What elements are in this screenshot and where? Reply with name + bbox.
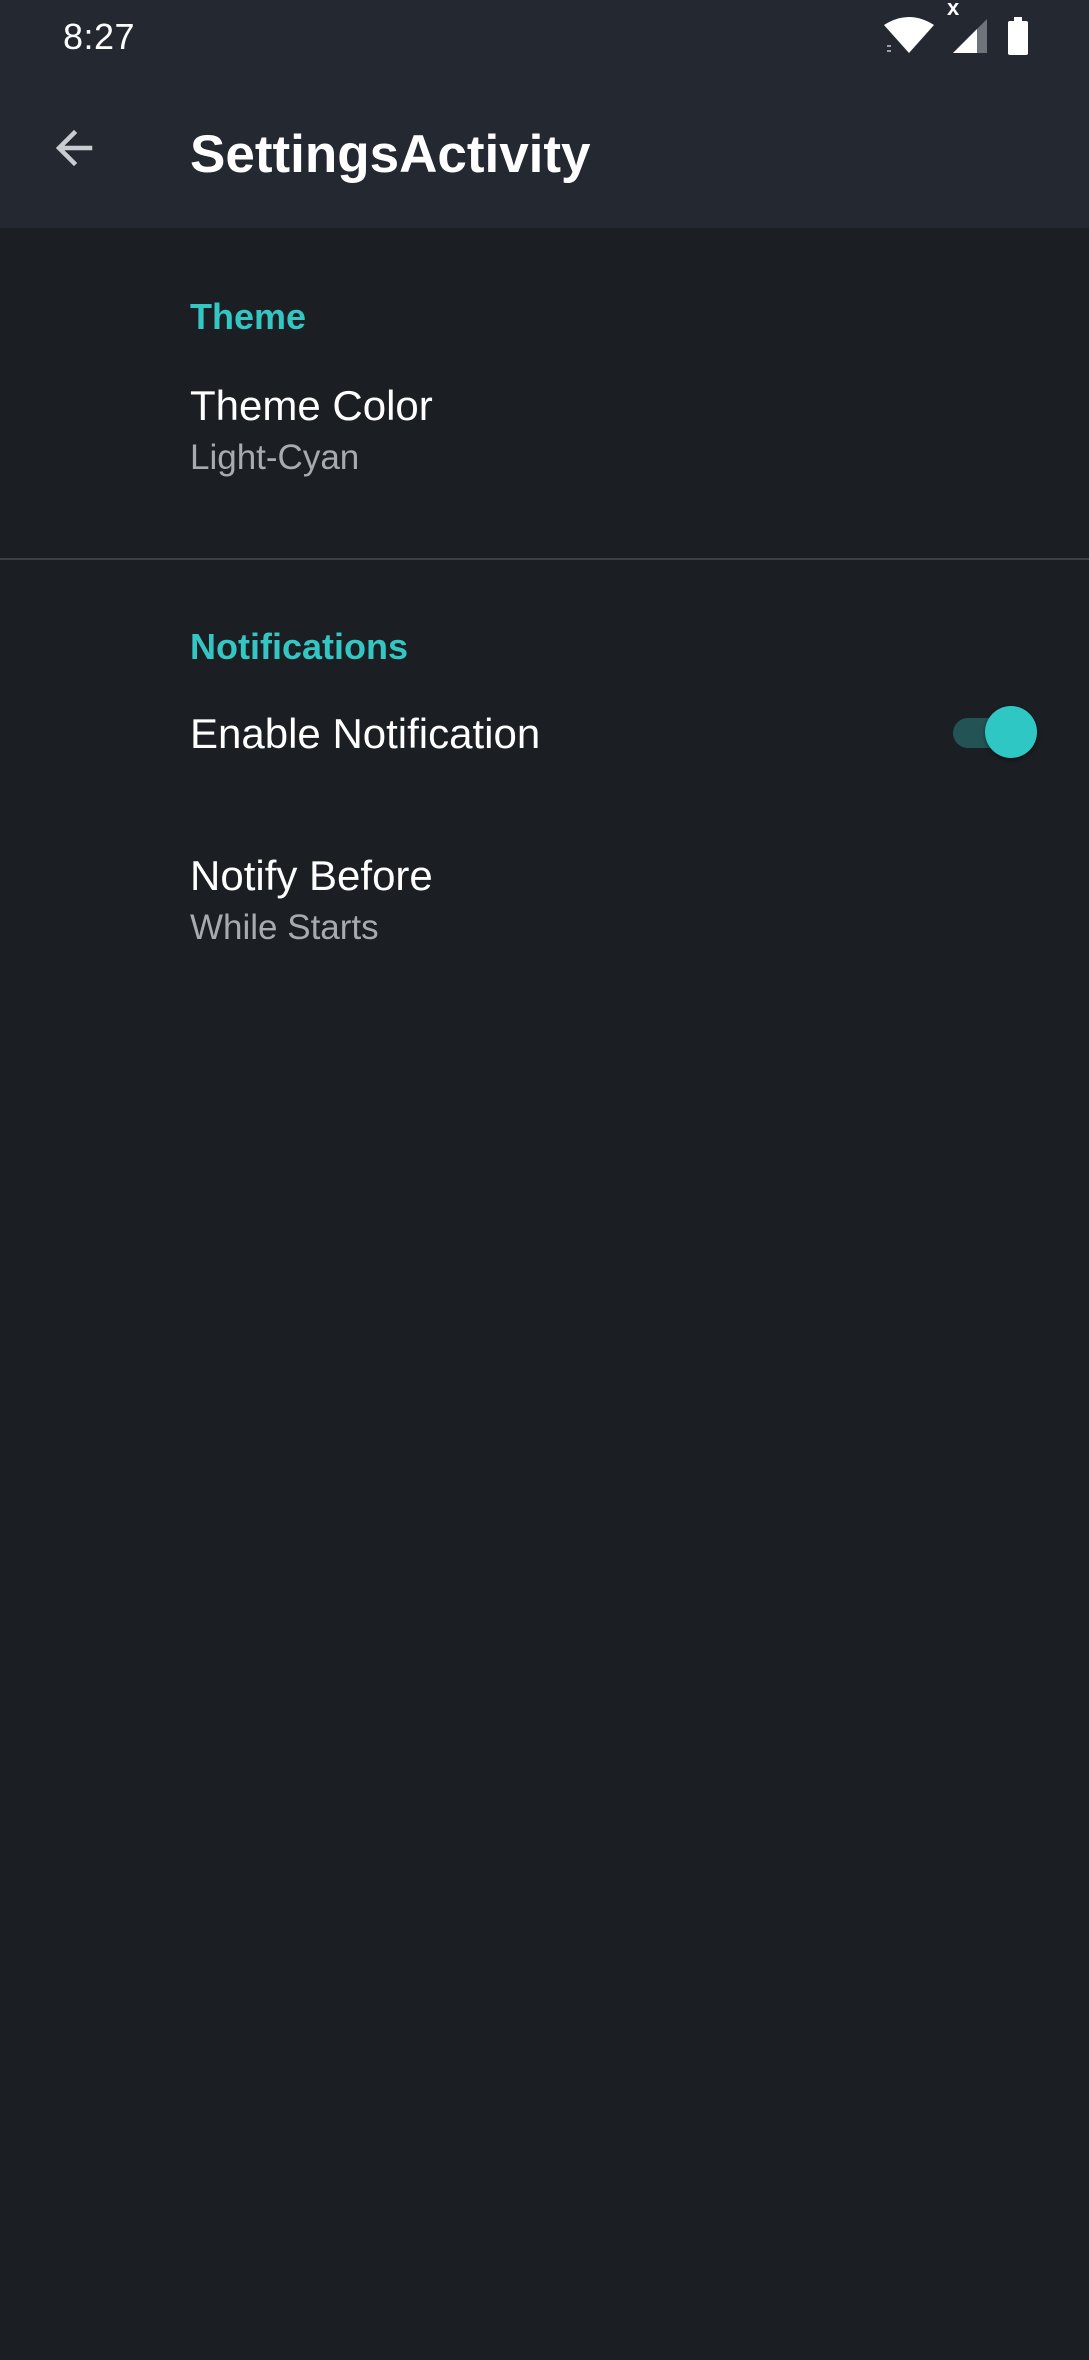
pref-title-notify-before: Notify Before [190, 852, 433, 899]
cellular-signal-icon: x [947, 0, 991, 60]
category-theme: Theme [190, 296, 307, 337]
section-divider [0, 558, 1089, 560]
status-time: 8:27 [63, 16, 136, 57]
category-notifications: Notifications [190, 626, 409, 667]
pref-enable-notification[interactable]: Enable Notification [0, 704, 1089, 824]
pref-title-theme-color: Theme Color [190, 382, 433, 429]
battery-icon [1007, 17, 1029, 60]
pref-title-enable-notification: Enable Notification [190, 710, 541, 757]
pref-summary-notify-before: While Starts [190, 908, 379, 947]
arrow-back-icon [50, 124, 98, 177]
status-icons: x [883, 0, 1029, 60]
wifi-icon [883, 17, 935, 60]
page-title: SettingsActivity [190, 125, 591, 184]
pref-summary-theme-color: Light-Cyan [190, 438, 360, 477]
pref-notify-before[interactable]: Notify Before While Starts [0, 846, 1089, 996]
signal-x-mark: x [947, 0, 960, 20]
back-button[interactable] [38, 114, 110, 186]
notification-toggle-switch[interactable] [953, 704, 1037, 760]
pref-theme-color[interactable]: Theme Color Light-Cyan [0, 376, 1089, 566]
app-bar: SettingsActivity [0, 76, 1089, 228]
status-bar: 8:27 x [0, 0, 1089, 76]
switch-thumb [985, 706, 1037, 758]
